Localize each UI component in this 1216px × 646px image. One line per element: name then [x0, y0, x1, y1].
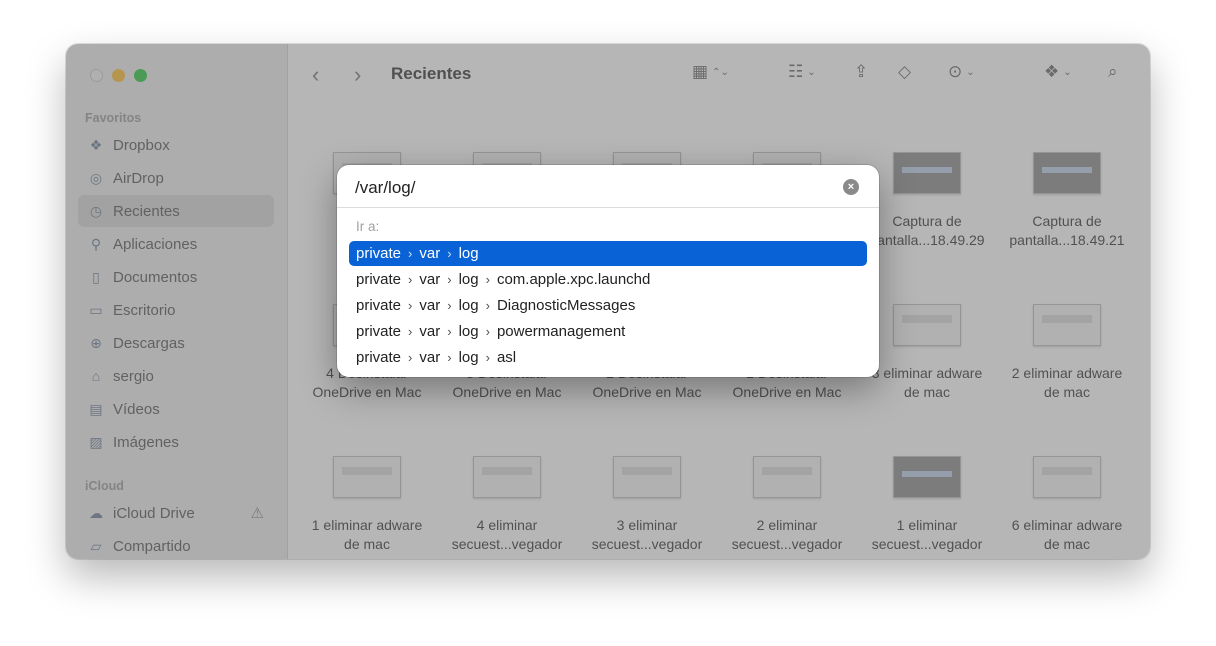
path-segment: var [419, 349, 441, 366]
chevron-right-icon: › [447, 298, 452, 313]
path-segment: log [458, 245, 479, 262]
chevron-right-icon: › [485, 298, 490, 313]
chevron-right-icon: › [447, 324, 452, 339]
path-segment: private [356, 245, 402, 262]
path-suggestion[interactable]: private › var › log [349, 241, 867, 266]
path-segment: private [356, 349, 402, 366]
path-segment: var [419, 271, 441, 288]
path-segment: log [458, 297, 479, 314]
clear-input-icon[interactable]: × [843, 179, 859, 195]
path-segment: private [356, 323, 402, 340]
path-segment: asl [496, 349, 517, 366]
chevron-right-icon: › [447, 246, 452, 261]
chevron-right-icon: › [485, 272, 490, 287]
chevron-right-icon: › [408, 246, 413, 261]
path-suggestion[interactable]: private › var › log › DiagnosticMessages [349, 293, 867, 318]
path-segment: log [458, 323, 479, 340]
path-segment: private [356, 297, 402, 314]
path-suggestion[interactable]: private › var › log › asl [349, 345, 867, 370]
path-segment: log [458, 349, 479, 366]
path-segment: var [419, 297, 441, 314]
chevron-right-icon: › [447, 272, 452, 287]
path-segment: log [458, 271, 479, 288]
path-suggestion[interactable]: private › var › log › powermanagement [349, 319, 867, 344]
chevron-right-icon: › [485, 350, 490, 365]
divider [337, 207, 879, 208]
chevron-right-icon: › [408, 298, 413, 313]
path-segment: com.apple.xpc.launchd [496, 271, 651, 288]
path-input[interactable] [355, 175, 835, 201]
chevron-right-icon: › [408, 324, 413, 339]
chevron-right-icon: › [408, 350, 413, 365]
path-segment: var [419, 323, 441, 340]
go-to-folder-dialog: × Ir a: private › var › log private › var › log › c… [337, 165, 879, 377]
chevron-right-icon: › [447, 350, 452, 365]
path-segment: var [419, 245, 441, 262]
chevron-right-icon: › [485, 324, 490, 339]
path-suggestion[interactable]: private › var › log › com.apple.xpc.launchd [349, 267, 867, 292]
path-segment: DiagnosticMessages [496, 297, 636, 314]
go-to-label: Ir a: [356, 219, 380, 234]
chevron-right-icon: › [408, 272, 413, 287]
path-segment: private [356, 271, 402, 288]
path-segment: powermanagement [496, 323, 626, 340]
